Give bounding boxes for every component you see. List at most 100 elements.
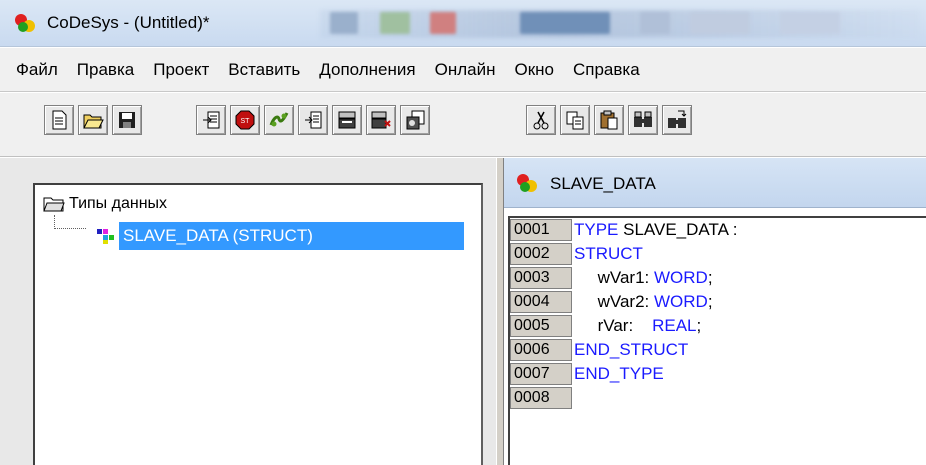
run-icon (269, 112, 289, 127)
step-icon (305, 111, 322, 129)
object-organizer-pane: Типы данных SLAVE_DATA (STRUCT) (0, 158, 496, 465)
code-line[interactable]: 0001 TYPE SLAVE_DATA : (510, 218, 737, 242)
menu-file[interactable]: Файл (16, 60, 58, 80)
line-number: 0006 (510, 339, 572, 361)
tree-root-label: Типы данных (69, 195, 168, 212)
find-next-icon (668, 110, 687, 128)
menu-insert[interactable]: Вставить (228, 60, 300, 80)
code-line[interactable]: 0005 rVar: REAL; (510, 314, 701, 338)
identifier-token: ; (707, 292, 713, 311)
line-number: 0005 (510, 315, 572, 337)
code-line[interactable]: 0003 wVar1: WORD; (510, 266, 713, 290)
copy-button[interactable] (560, 105, 590, 135)
code-line[interactable]: 0002 STRUCT (510, 242, 643, 266)
menu-bar: Файл Правка Проект Вставить Дополнения О… (0, 48, 926, 92)
print-icon (371, 111, 391, 129)
stop-icon: ST (235, 110, 255, 130)
svg-text:ST: ST (241, 118, 251, 125)
line-number: 0001 (510, 219, 572, 241)
find-replace-icon (634, 111, 652, 127)
keyword-token: WORD (654, 268, 708, 287)
editor-title-bar[interactable]: SLAVE_DATA (504, 158, 926, 208)
new-icon (52, 110, 67, 130)
login-button[interactable] (196, 105, 226, 135)
compile-icon (338, 111, 356, 129)
codesys-icon (15, 14, 35, 32)
line-number: 0002 (510, 243, 572, 265)
code-line[interactable]: 0004 wVar2: WORD; (510, 290, 713, 314)
find-icon (406, 110, 425, 130)
identifier-token: rVar: (574, 316, 653, 335)
blurred-block (380, 12, 410, 34)
open-button[interactable] (78, 105, 108, 135)
editor-window: SLAVE_DATA 0001 TYPE SLAVE_DATA :0002 STRU… (504, 158, 926, 465)
blurred-block (520, 12, 610, 34)
keyword-token: STRUCT (574, 244, 643, 263)
code-line[interactable]: 0006 END_STRUCT (510, 338, 688, 362)
code-editor[interactable]: 0001 TYPE SLAVE_DATA :0002 STRUCT 0003 wVar… (508, 216, 926, 465)
paste-icon (600, 110, 618, 130)
toolbar: ST (0, 93, 926, 157)
line-number: 0007 (510, 363, 572, 385)
open-icon (83, 114, 104, 129)
print-button[interactable] (366, 105, 396, 135)
find-replace-button[interactable] (628, 105, 658, 135)
blurred-block (640, 12, 670, 34)
menu-online[interactable]: Онлайн (435, 60, 496, 80)
cut-icon (533, 111, 549, 130)
compile-button[interactable] (332, 105, 362, 135)
keyword-token: REAL (652, 316, 697, 335)
code-text: END_TYPE (572, 364, 664, 384)
save-button[interactable] (112, 105, 142, 135)
tree-connector-line (54, 215, 86, 229)
identifier-token: : (728, 220, 738, 239)
menu-help[interactable]: Справка (573, 60, 640, 80)
new-button[interactable] (44, 105, 74, 135)
code-line[interactable]: 0008 (510, 386, 574, 410)
run-button[interactable] (264, 105, 294, 135)
codesys-icon (517, 174, 537, 192)
line-number: 0003 (510, 267, 572, 289)
step-button[interactable] (298, 105, 328, 135)
paste-button[interactable] (594, 105, 624, 135)
copy-icon (566, 111, 584, 130)
identifier-token: ; (707, 268, 713, 287)
code-text: STRUCT (572, 244, 643, 264)
editor-title: SLAVE_DATA (550, 174, 656, 193)
menu-project[interactable]: Проект (153, 60, 209, 80)
find-next-button[interactable] (662, 105, 692, 135)
identifier-token: wVar2: (574, 292, 654, 311)
object-tree[interactable]: Типы данных SLAVE_DATA (STRUCT) (33, 183, 483, 465)
keyword-token: END_TYPE (574, 364, 664, 383)
title-bar[interactable]: CoDeSys - (Untitled)* (0, 0, 926, 47)
pane-splitter[interactable] (496, 158, 504, 465)
code-text: wVar1: WORD; (572, 268, 713, 288)
struct-icon (97, 229, 114, 244)
stop-button[interactable]: ST (230, 105, 260, 135)
blurred-block (690, 12, 750, 34)
find-button[interactable] (400, 105, 430, 135)
keyword-token: TYPE (574, 220, 619, 239)
blurred-block (330, 12, 358, 34)
save-icon (119, 112, 135, 128)
code-text: rVar: REAL; (572, 316, 702, 336)
tree-child-label: SLAVE_DATA (STRUCT) (119, 222, 464, 250)
blurred-block (780, 12, 840, 34)
menu-window[interactable]: Окно (514, 60, 554, 80)
tree-item-slave-data[interactable]: SLAVE_DATA (STRUCT) (87, 222, 464, 250)
keyword-token: WORD (654, 292, 708, 311)
identifier-token: SLAVE_DATA (618, 220, 729, 239)
menu-edit[interactable]: Правка (77, 60, 134, 80)
cut-button[interactable] (526, 105, 556, 135)
login-icon (203, 111, 220, 129)
line-number: 0008 (510, 387, 572, 409)
window-title: CoDeSys - (Untitled)* (47, 13, 210, 32)
tree-item-data-types[interactable]: Типы данных (43, 195, 167, 213)
keyword-token: END_STRUCT (574, 340, 689, 359)
blurred-block (430, 12, 456, 34)
code-line[interactable]: 0007 END_TYPE (510, 362, 664, 386)
line-number: 0004 (510, 291, 572, 313)
code-text: wVar2: WORD; (572, 292, 713, 312)
menu-extras[interactable]: Дополнения (319, 60, 415, 80)
code-text: TYPE SLAVE_DATA : (572, 220, 737, 240)
